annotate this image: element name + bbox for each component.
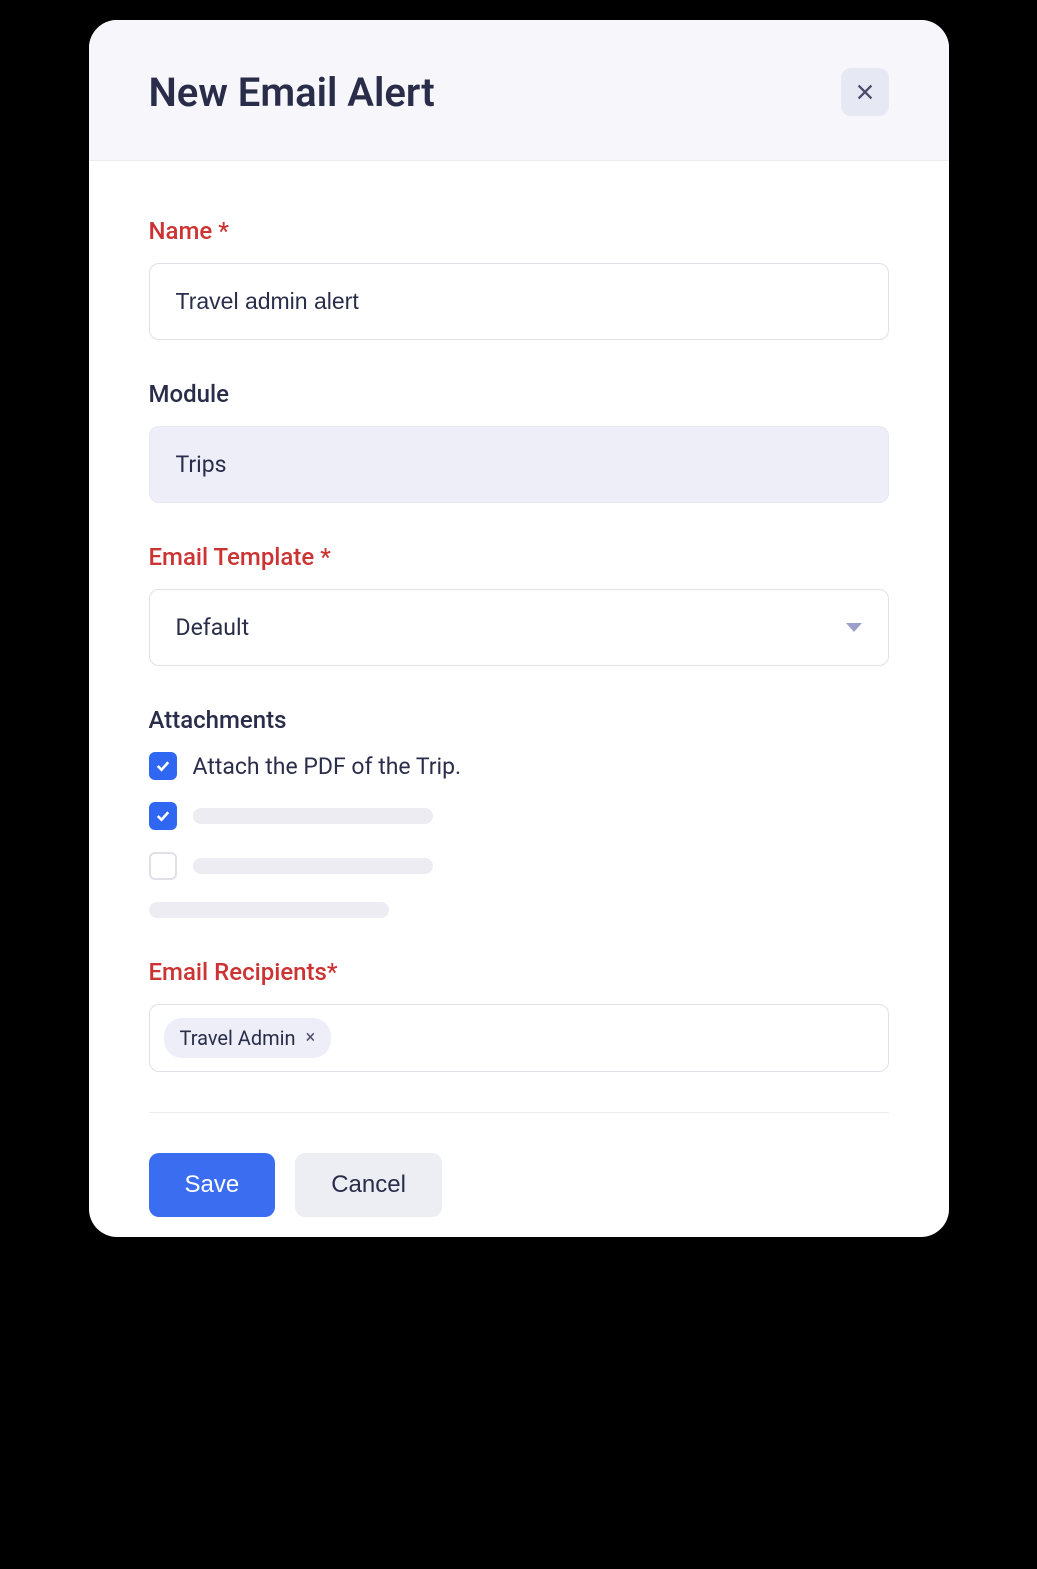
attachment-row-pdf: Attach the PDF of the Trip. bbox=[149, 752, 889, 780]
placeholder-skeleton bbox=[193, 858, 433, 874]
attachment-checkbox-placeholder-1[interactable] bbox=[149, 802, 177, 830]
placeholder-skeleton bbox=[193, 808, 433, 824]
close-button[interactable] bbox=[841, 68, 889, 116]
name-label: Name * bbox=[149, 217, 889, 245]
new-email-alert-modal: New Email Alert Name * Module Trips Emai… bbox=[89, 20, 949, 1237]
button-row: Save Cancel bbox=[149, 1153, 889, 1217]
attachment-label-pdf: Attach the PDF of the Trip. bbox=[193, 753, 462, 780]
check-icon bbox=[154, 757, 172, 775]
recipient-chip: Travel Admin × bbox=[164, 1018, 332, 1058]
attachments-label: Attachments bbox=[149, 706, 889, 734]
modal-title: New Email Alert bbox=[149, 69, 435, 116]
recipients-label: Email Recipients* bbox=[149, 958, 889, 986]
cancel-button[interactable]: Cancel bbox=[295, 1153, 442, 1217]
attachment-row-placeholder-2 bbox=[149, 852, 889, 880]
modal-header: New Email Alert bbox=[89, 20, 949, 161]
recipients-input[interactable]: Travel Admin × bbox=[149, 1004, 889, 1072]
attachment-row-placeholder-3 bbox=[149, 902, 889, 918]
save-button[interactable]: Save bbox=[149, 1153, 276, 1217]
close-icon bbox=[854, 81, 876, 103]
module-input: Trips bbox=[149, 426, 889, 503]
modal-body: Name * Module Trips Email Template * Def… bbox=[89, 161, 949, 1237]
chip-remove-icon[interactable]: × bbox=[306, 1029, 316, 1047]
recipient-chip-label: Travel Admin bbox=[180, 1026, 296, 1050]
attachment-checkbox-pdf[interactable] bbox=[149, 752, 177, 780]
email-template-label: Email Template * bbox=[149, 543, 889, 571]
name-field-group: Name * bbox=[149, 217, 889, 340]
attachment-checkbox-placeholder-2[interactable] bbox=[149, 852, 177, 880]
recipients-field-group: Email Recipients* Travel Admin × bbox=[149, 958, 889, 1072]
email-template-field-group: Email Template * Default bbox=[149, 543, 889, 666]
check-icon bbox=[154, 807, 172, 825]
email-template-value: Default bbox=[176, 614, 250, 641]
module-field-group: Module Trips bbox=[149, 380, 889, 503]
email-template-select[interactable]: Default bbox=[149, 589, 889, 666]
attachment-row-placeholder-1 bbox=[149, 802, 889, 830]
module-label: Module bbox=[149, 380, 889, 408]
placeholder-skeleton bbox=[149, 902, 389, 918]
divider bbox=[149, 1112, 889, 1113]
name-input[interactable] bbox=[149, 263, 889, 340]
chevron-down-icon bbox=[846, 623, 862, 632]
attachments-section: Attachments Attach the PDF of the Trip. bbox=[149, 706, 889, 918]
